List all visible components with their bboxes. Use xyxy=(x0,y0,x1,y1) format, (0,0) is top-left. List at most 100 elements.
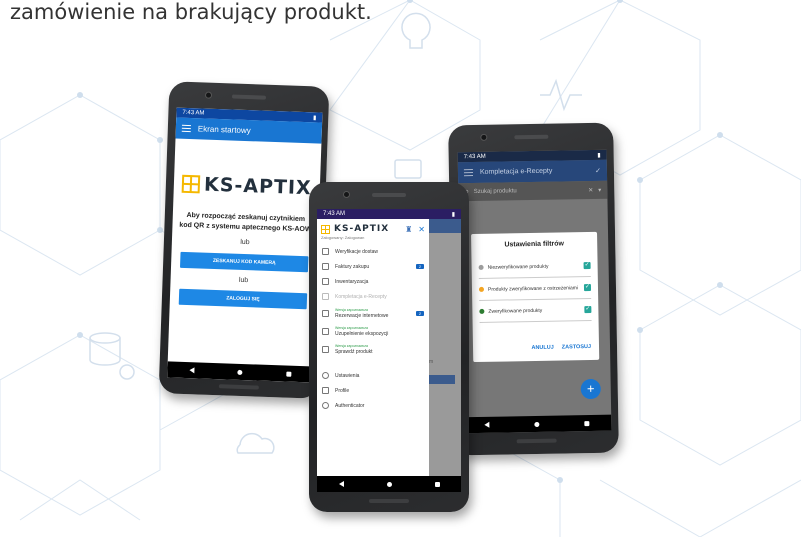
back-icon[interactable] xyxy=(189,367,195,374)
front-camera xyxy=(480,133,488,141)
pill-icon xyxy=(322,345,329,353)
filter-label: Zweryfikowane produkty xyxy=(488,307,543,315)
logo-text: KS-APTIX xyxy=(203,173,313,200)
status-time: 7:43 AM xyxy=(182,109,205,117)
status-time: 7:43 AM xyxy=(463,153,486,161)
prescription-screen: 7:43 AM ▮ Kompletacja e-Recepty ✓ ⚲ Szuk… xyxy=(457,149,612,434)
android-nav-bar xyxy=(167,361,314,383)
menu-item-check-product[interactable]: Wersja zapoznawcza Sprawdź produkt xyxy=(317,340,429,358)
menu-item-label: Faktury zakupu xyxy=(335,263,370,270)
menu-item-profiles[interactable]: Profile xyxy=(317,383,429,398)
phone-navigation-drawer: 7:43 AM ▮ m KS-APTIX ♜ ✕ Zalogowany: Zal… xyxy=(309,182,469,512)
back-icon[interactable] xyxy=(338,481,344,487)
menu-item-purchase-invoices[interactable]: Faktury zakupu 2 xyxy=(317,259,429,274)
status-dot-icon xyxy=(478,264,484,270)
status-bar: 7:43 AM ▮ xyxy=(317,209,461,219)
dimmed-content: m xyxy=(429,219,461,476)
dimmed-button xyxy=(429,375,455,384)
logo-icon xyxy=(181,174,201,194)
menu-item-online-reservations[interactable]: Wersja zapoznawcza Rezerwacje internetow… xyxy=(317,304,429,322)
notification-icon[interactable]: ♜ xyxy=(405,225,412,234)
filter-icon[interactable]: ▾ xyxy=(598,186,601,193)
app-logo: KS-APTIX xyxy=(321,224,389,234)
screen-title: Kompletacja e-Recepty xyxy=(479,167,553,176)
clear-icon[interactable]: ✕ xyxy=(588,186,593,193)
cancel-button[interactable]: ANULUJ xyxy=(531,345,553,351)
recents-icon[interactable] xyxy=(286,371,292,377)
count-badge: 2 xyxy=(416,264,424,269)
menu-item-display-refill[interactable]: Wersja zapoznawcza Uzupełnienie ekspozyc… xyxy=(317,322,429,340)
menu-icon[interactable] xyxy=(463,169,474,177)
android-nav-bar xyxy=(317,476,461,492)
screen-title: Ekran startowy xyxy=(197,124,251,136)
dialog-actions: ANULUJ ZASTOSUJ xyxy=(531,344,591,351)
dimmed-app-bar xyxy=(429,219,461,233)
or-label-2: lub xyxy=(238,276,249,285)
bottom-grille xyxy=(516,438,557,444)
speaker-grille xyxy=(231,94,267,100)
menu-item-inventory[interactable]: Inwentaryzacja xyxy=(317,274,429,289)
status-dot-icon xyxy=(478,286,485,292)
login-button[interactable]: ZALOGUJ SIĘ xyxy=(178,288,308,310)
back-icon[interactable] xyxy=(484,421,490,428)
check-icon[interactable]: ✓ xyxy=(595,166,601,174)
logo-text: KS-APTIX xyxy=(334,224,390,234)
menu-item-settings[interactable]: Ustawienia xyxy=(317,368,429,383)
close-icon[interactable]: ✕ xyxy=(418,225,425,234)
menu-item-label: Profile xyxy=(335,387,350,394)
filter-option[interactable]: Zweryfikowane produkty ✓ xyxy=(479,298,592,323)
bottom-grille xyxy=(369,499,409,503)
checkbox-checked-icon[interactable]: ✓ xyxy=(583,262,591,270)
logo-icon xyxy=(321,224,330,234)
filter-label: Produkty zweryfikowane z ostrzeżeniami xyxy=(487,284,579,293)
scan-camera-button[interactable]: ZESKANUJ KOD KAMERĄ xyxy=(179,251,309,273)
fingerprint-icon xyxy=(322,402,329,409)
menu-item-label: Authenticator xyxy=(335,402,365,409)
prescription-icon xyxy=(322,293,329,300)
menu-item-authenticator[interactable]: Authenticator xyxy=(317,398,429,413)
android-nav-bar xyxy=(462,414,612,434)
scan-instructions: Aby rozpocząć zeskanuj czytnikiem kod QR… xyxy=(172,211,319,236)
menu-item-e-prescription[interactable]: Kompletacja e-Recepty xyxy=(317,289,429,304)
recents-icon[interactable] xyxy=(583,420,590,426)
filter-option[interactable]: Produkty zweryfikowane z ostrzeżeniami ✓ xyxy=(478,276,592,301)
menu-item-label: Weryfikacje dostaw xyxy=(335,248,378,255)
filter-option[interactable]: Niezweryfikowane produkty ✓ xyxy=(478,255,591,279)
checkbox-checked-icon[interactable]: ✓ xyxy=(583,283,592,292)
dimmed-text: m xyxy=(429,359,434,365)
drawer-screen: 7:43 AM ▮ m KS-APTIX ♜ ✕ Zalogowany: Zal… xyxy=(317,209,461,492)
menu-item-label: Uzupełnienie ekspozycji xyxy=(335,331,389,337)
menu-icon[interactable] xyxy=(181,124,191,133)
search-bar: ⚲ Szukaj produktu ✕ ▾ xyxy=(458,180,608,202)
app-bar: Kompletacja e-Recepty ✓ xyxy=(457,159,608,184)
search-input[interactable]: Szukaj produktu xyxy=(474,187,584,195)
bottom-grille xyxy=(218,384,259,390)
menu-item-label: Ustawienia xyxy=(335,372,360,379)
speaker-grille xyxy=(372,193,406,197)
count-badge: 2 xyxy=(416,310,424,316)
home-icon[interactable] xyxy=(237,369,243,375)
recents-icon[interactable] xyxy=(434,481,440,487)
cart-icon xyxy=(322,263,329,270)
shelf-icon xyxy=(322,327,329,335)
drawer-header: KS-APTIX ♜ ✕ xyxy=(317,219,429,234)
add-fab-button[interactable]: + xyxy=(580,378,601,400)
menu-item-label: Sprawdź produkt xyxy=(335,349,373,355)
home-icon[interactable] xyxy=(386,481,392,487)
status-dot-icon xyxy=(479,308,485,314)
menu-item-label: Inwentaryzacja xyxy=(335,278,369,285)
app-bar: Ekran startowy xyxy=(175,117,323,144)
front-camera xyxy=(343,191,350,198)
menu-item-delivery-verification[interactable]: Weryfikacje dostaw xyxy=(317,244,429,259)
checkbox-checked-icon[interactable]: ✓ xyxy=(584,305,592,314)
clipboard-icon xyxy=(322,278,329,285)
gear-icon xyxy=(322,372,329,379)
navigation-drawer: KS-APTIX ♜ ✕ Zalogowany: Zalogowan Weryf… xyxy=(317,219,429,476)
menu-item-label: Rezerwacje internetowe xyxy=(335,313,389,319)
apply-button[interactable]: ZASTOSUJ xyxy=(562,344,591,351)
home-icon[interactable] xyxy=(534,421,540,427)
or-label: lub xyxy=(240,238,250,247)
page-headline: zamówienie na brakujący produkt. xyxy=(10,0,372,24)
menu-item-label: Kompletacja e-Recepty xyxy=(335,293,387,300)
battery-icon: ▮ xyxy=(597,152,601,159)
